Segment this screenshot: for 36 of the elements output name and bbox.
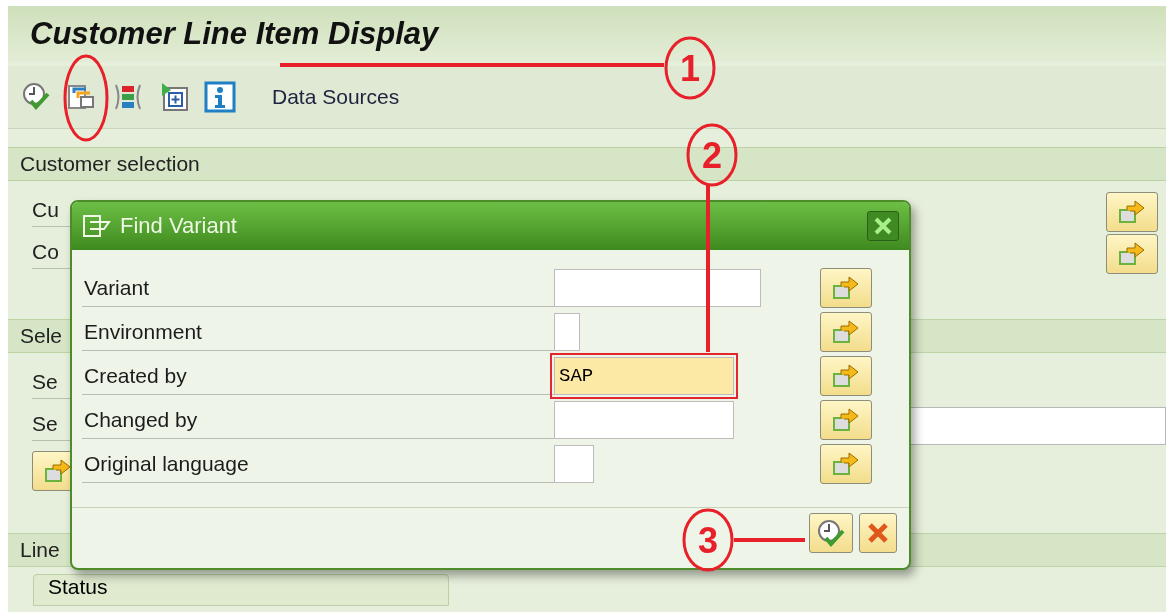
multiple-selection-button[interactable] bbox=[820, 268, 872, 308]
field-label: Variant bbox=[82, 269, 554, 307]
arrow-frame-icon bbox=[1117, 240, 1147, 268]
multiple-selection-button[interactable] bbox=[820, 312, 872, 352]
multiple-selection-button[interactable] bbox=[820, 444, 872, 484]
multiple-selection-button[interactable] bbox=[820, 356, 872, 396]
input-field[interactable] bbox=[554, 313, 580, 351]
arrow-frame-icon bbox=[831, 406, 861, 434]
arrow-frame-icon bbox=[43, 457, 73, 485]
arrow-frame-icon bbox=[1117, 198, 1147, 226]
close-button[interactable] bbox=[867, 211, 899, 241]
info-icon[interactable] bbox=[204, 81, 236, 113]
field-label: Original language bbox=[82, 445, 554, 483]
multiple-selection-button[interactable] bbox=[1106, 192, 1158, 232]
arrow-frame-icon bbox=[831, 450, 861, 478]
field-label: Changed by bbox=[82, 401, 554, 439]
dialog-icon bbox=[82, 213, 112, 239]
status-tab[interactable]: Status bbox=[33, 574, 449, 606]
close-icon bbox=[874, 217, 892, 235]
field-label: Environment bbox=[82, 313, 554, 351]
multiple-selection-button[interactable] bbox=[820, 400, 872, 440]
data-sources-link[interactable]: Data Sources bbox=[272, 85, 400, 109]
input-field[interactable] bbox=[554, 269, 761, 307]
cancel-button[interactable] bbox=[859, 513, 897, 553]
multiple-selection-button[interactable] bbox=[1106, 234, 1158, 274]
execute-button[interactable] bbox=[20, 81, 52, 113]
close-icon bbox=[867, 522, 889, 544]
input-field[interactable] bbox=[554, 445, 594, 483]
screen-title: Customer Line Item Display bbox=[30, 16, 439, 52]
arrow-frame-icon bbox=[831, 318, 861, 346]
arrow-frame-icon bbox=[831, 274, 861, 302]
clock-check-icon bbox=[816, 518, 846, 548]
execute-button[interactable] bbox=[809, 513, 853, 553]
arrow-frame-icon bbox=[831, 362, 861, 390]
clock-check-icon bbox=[21, 81, 51, 111]
input-field[interactable] bbox=[554, 401, 734, 439]
